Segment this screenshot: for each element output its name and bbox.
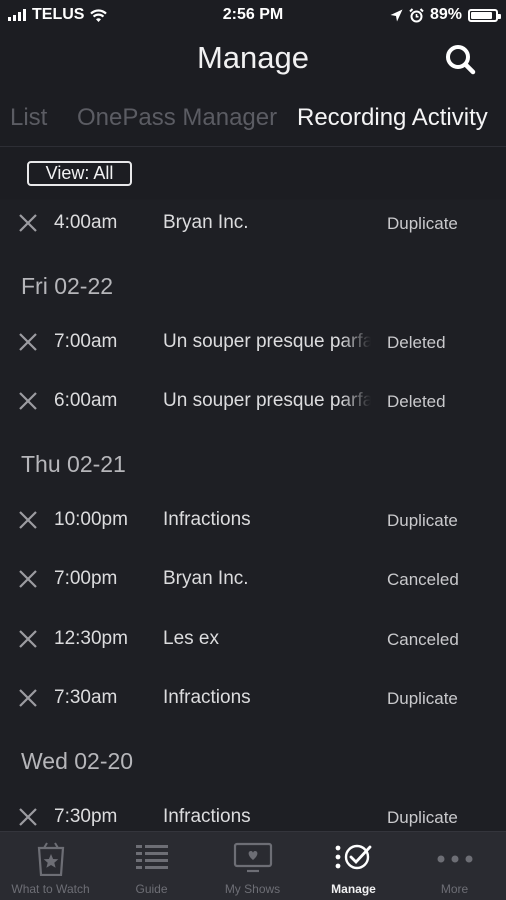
activity-status: Duplicate bbox=[387, 808, 458, 827]
tabbar-guide[interactable]: Guide bbox=[101, 832, 202, 900]
bottom-tab-bar: What to Watch Guide My Shows Manage More bbox=[0, 831, 506, 900]
dismiss-icon[interactable] bbox=[18, 213, 38, 233]
tab-list[interactable]: List bbox=[10, 104, 47, 132]
recording-activity-list: 4:00am Bryan Inc. Duplicate Fri 02-22 7:… bbox=[0, 200, 506, 832]
activity-time: 7:30pm bbox=[54, 806, 118, 827]
battery-percent: 89% bbox=[429, 6, 462, 23]
activity-show: Infractions bbox=[163, 509, 371, 531]
status-indicators: 89% bbox=[390, 6, 501, 24]
activity-row[interactable]: 6:00am Un souper presque parfait Deleted bbox=[0, 378, 506, 428]
tabbar-label: My Shows bbox=[224, 882, 281, 896]
dismiss-icon[interactable] bbox=[18, 391, 38, 411]
search-icon bbox=[446, 45, 476, 75]
status-bar: TELUS 2:56 PM 89% bbox=[0, 0, 506, 30]
tab-recording-activity[interactable]: Recording Activity bbox=[297, 104, 488, 132]
more-dots-icon bbox=[437, 855, 472, 863]
battery-icon bbox=[468, 8, 501, 22]
activity-time: 4:00am bbox=[54, 212, 118, 233]
activity-time: 6:00am bbox=[54, 390, 118, 411]
activity-status: Duplicate bbox=[387, 511, 458, 530]
header: Manage bbox=[0, 30, 506, 90]
activity-status: Deleted bbox=[387, 392, 446, 411]
view-filter-button[interactable]: View: All bbox=[27, 161, 132, 186]
tv-heart-icon bbox=[233, 842, 272, 873]
activity-status: Duplicate bbox=[387, 214, 458, 233]
activity-show: Infractions bbox=[163, 687, 371, 709]
dismiss-icon[interactable] bbox=[18, 807, 38, 827]
activity-status: Canceled bbox=[387, 570, 459, 589]
tabbar-my-shows[interactable]: My Shows bbox=[202, 832, 303, 900]
activity-row[interactable]: 7:30am Infractions Duplicate bbox=[0, 675, 506, 725]
activity-show: Infractions bbox=[163, 806, 371, 828]
star-box-icon bbox=[37, 842, 64, 876]
activity-row[interactable]: 10:00pm Infractions Duplicate bbox=[0, 497, 506, 547]
date-header: Fri 02-22 bbox=[21, 273, 114, 299]
activity-status: Duplicate bbox=[387, 689, 458, 708]
activity-status: Deleted bbox=[387, 333, 446, 352]
activity-time: 7:00am bbox=[54, 331, 118, 352]
tabbar-what-to-watch[interactable]: What to Watch bbox=[0, 832, 101, 900]
tabbar-label: More bbox=[440, 882, 469, 896]
activity-row[interactable]: 4:00am Bryan Inc. Duplicate bbox=[0, 200, 506, 250]
tabbar-label: Manage bbox=[331, 882, 376, 896]
date-header: Thu 02-21 bbox=[21, 451, 126, 477]
activity-time: 12:30pm bbox=[54, 628, 128, 649]
activity-show: Bryan Inc. bbox=[163, 212, 371, 234]
activity-time: 7:00pm bbox=[54, 568, 118, 589]
activity-show: Bryan Inc. bbox=[163, 568, 371, 590]
activity-time: 10:00pm bbox=[54, 509, 128, 530]
dismiss-icon[interactable] bbox=[18, 510, 38, 530]
section-tabs: List OnePass Manager Recording Activity bbox=[0, 90, 506, 147]
activity-status: Canceled bbox=[387, 630, 459, 649]
location-arrow-icon bbox=[390, 9, 403, 21]
search-button[interactable] bbox=[442, 42, 482, 82]
tabbar-label: What to Watch bbox=[11, 882, 90, 896]
tabbar-label: Guide bbox=[135, 882, 168, 896]
date-header: Wed 02-20 bbox=[21, 748, 134, 774]
activity-row[interactable]: 7:00am Un souper presque parfait Deleted bbox=[0, 319, 506, 369]
dismiss-icon[interactable] bbox=[18, 332, 38, 352]
dismiss-icon[interactable] bbox=[18, 629, 38, 649]
alarm-clock-icon bbox=[409, 7, 424, 22]
dismiss-icon[interactable] bbox=[18, 569, 38, 589]
manage-check-icon bbox=[335, 844, 371, 870]
guide-list-icon bbox=[135, 845, 168, 869]
tabbar-manage[interactable]: Manage bbox=[303, 832, 404, 900]
activity-row[interactable]: 7:30pm Infractions Duplicate bbox=[0, 794, 506, 832]
dismiss-icon[interactable] bbox=[18, 688, 38, 708]
activity-show: Un souper presque parfait bbox=[163, 331, 371, 353]
activity-row[interactable]: 12:30pm Les ex Canceled bbox=[0, 616, 506, 666]
activity-show: Les ex bbox=[163, 628, 371, 650]
activity-show: Un souper presque parfait bbox=[163, 390, 371, 412]
tab-onepass-manager[interactable]: OnePass Manager bbox=[77, 104, 277, 132]
tabbar-more[interactable]: More bbox=[404, 832, 505, 900]
activity-time: 7:30am bbox=[54, 687, 118, 708]
activity-row[interactable]: 7:00pm Bryan Inc. Canceled bbox=[0, 556, 506, 606]
filter-bar: View: All bbox=[0, 147, 506, 199]
page-title: Manage bbox=[196, 40, 310, 75]
